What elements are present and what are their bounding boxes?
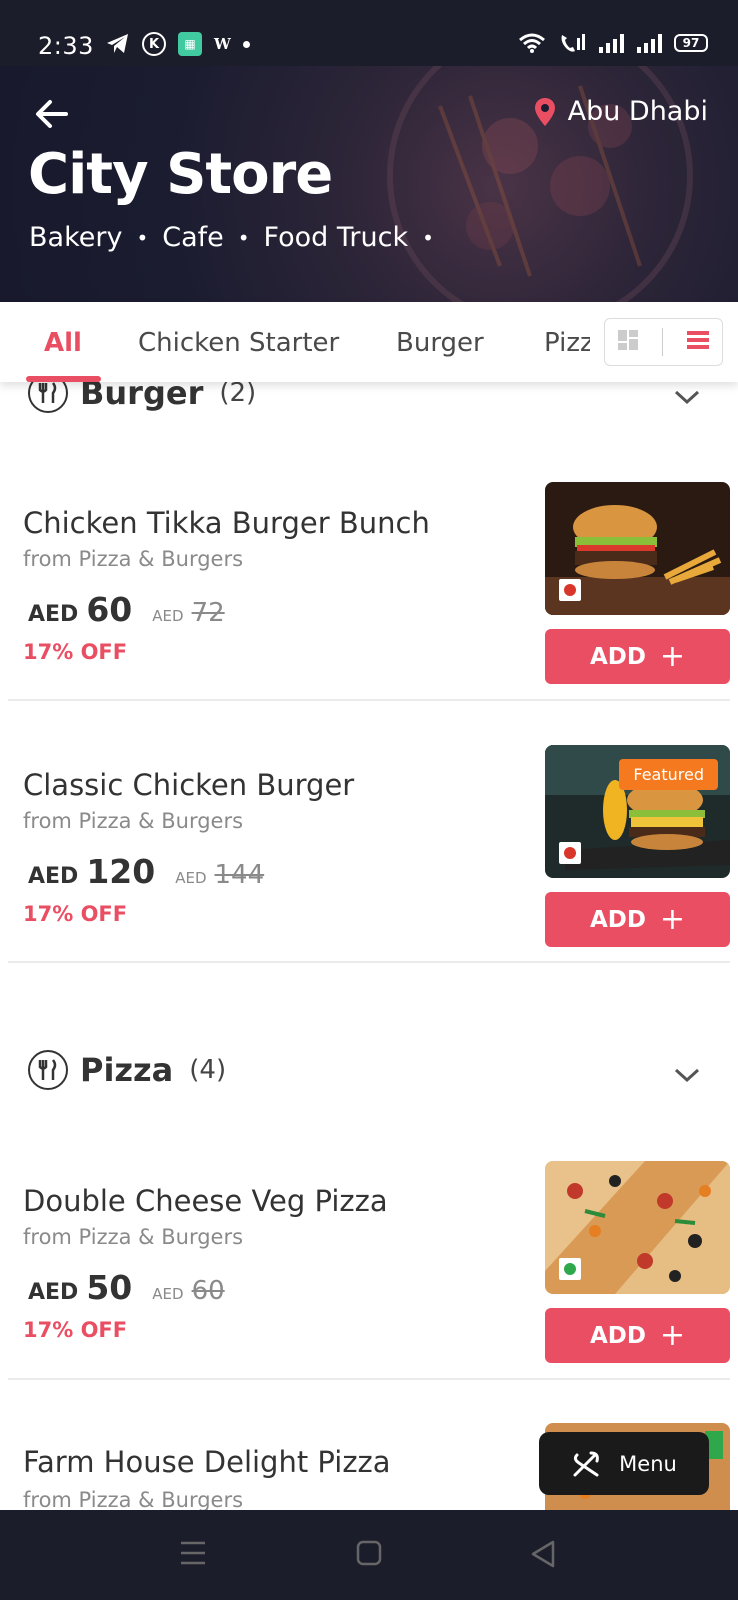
active-tab-indicator xyxy=(26,376,101,382)
back-arrow-icon xyxy=(36,100,68,128)
location-selector[interactable]: Abu Dhabi xyxy=(534,96,708,127)
item-source: from Pizza & Burgers xyxy=(23,547,244,571)
tag-separator: • xyxy=(422,225,434,250)
grid-icon xyxy=(617,330,638,350)
old-currency: AED xyxy=(152,607,184,625)
store-tags: Bakery • Cafe • Food Truck • xyxy=(29,222,448,253)
section-title: Pizza xyxy=(80,1051,174,1089)
dot-icon xyxy=(242,40,250,48)
item-name[interactable]: Double Cheese Veg Pizza xyxy=(23,1184,388,1218)
telegram-icon xyxy=(106,33,130,55)
add-label: ADD xyxy=(589,1322,646,1349)
item-name[interactable]: Chicken Tikka Burger Bunch xyxy=(23,506,430,540)
add-button[interactable]: ADD + xyxy=(545,1308,730,1363)
recents-icon[interactable] xyxy=(179,1540,207,1566)
tab-all[interactable]: All xyxy=(44,328,82,358)
item-divider xyxy=(8,961,730,963)
system-nav-bar xyxy=(0,1510,738,1600)
old-price: 60 xyxy=(191,1276,225,1306)
item-name[interactable]: Classic Chicken Burger xyxy=(23,768,354,802)
item-source: from Pizza & Burgers xyxy=(23,1488,244,1512)
location-pin-icon xyxy=(534,97,555,126)
store-tag: Food Truck xyxy=(263,222,409,253)
old-price: 144 xyxy=(214,860,265,890)
tag-separator: • xyxy=(136,225,149,250)
grid-view-button[interactable] xyxy=(617,329,639,355)
currency: AED xyxy=(28,1280,79,1305)
tab-pizza[interactable]: Pizza xyxy=(544,328,590,358)
k-icon: K xyxy=(142,32,166,56)
nonveg-indicator-icon xyxy=(559,579,581,601)
price-row: AED 120 AED 144 xyxy=(28,852,264,891)
tag-separator: • xyxy=(237,225,250,250)
section-header-pizza[interactable]: Pizza (4) xyxy=(28,1050,226,1090)
volte-icon xyxy=(558,32,586,54)
price: 120 xyxy=(86,852,156,891)
price: 60 xyxy=(86,590,133,629)
item-source: from Pizza & Burgers xyxy=(23,1225,244,1249)
app-icon: ▦ xyxy=(178,32,202,56)
discount-label: 17% OFF xyxy=(23,640,128,664)
store-tag: Bakery xyxy=(29,222,123,253)
chevron-down-icon[interactable] xyxy=(672,1065,702,1085)
currency: AED xyxy=(28,864,79,889)
item-divider xyxy=(8,1378,730,1380)
plus-icon: + xyxy=(659,901,686,937)
chevron-down-icon[interactable] xyxy=(672,387,702,407)
old-currency: AED xyxy=(175,869,207,887)
store-header: Abu Dhabi City Store Bakery • Cafe • Foo… xyxy=(0,66,738,302)
view-toggle xyxy=(604,318,723,366)
status-icons-left: K ▦ W xyxy=(106,32,250,56)
item-name[interactable]: Farm House Delight Pizza xyxy=(23,1445,391,1479)
status-time: 2:33 xyxy=(38,32,94,60)
tab-burger[interactable]: Burger xyxy=(396,328,484,358)
menu-button[interactable]: Menu xyxy=(539,1432,709,1495)
plus-icon: + xyxy=(659,1317,686,1353)
back-button[interactable] xyxy=(32,94,72,134)
nonveg-indicator-icon xyxy=(559,842,581,864)
discount-label: 17% OFF xyxy=(23,902,128,926)
store-tag: Cafe xyxy=(162,222,224,253)
discount-label: 17% OFF xyxy=(23,1318,128,1342)
old-price: 72 xyxy=(191,598,225,628)
category-tabs: All Chicken Starter Burger Pizza xyxy=(0,302,738,382)
list-view-button[interactable] xyxy=(686,330,710,354)
menu-label: Menu xyxy=(619,1451,677,1476)
add-label: ADD xyxy=(589,906,646,933)
item-image[interactable] xyxy=(545,482,730,615)
section-count: (2) xyxy=(219,378,257,408)
status-icons-right: 97 xyxy=(518,32,708,54)
signal-icon xyxy=(598,33,624,53)
status-bar: 2:33 K ▦ W 97 xyxy=(0,0,738,66)
store-title: City Store xyxy=(28,142,333,207)
featured-badge: Featured xyxy=(619,759,718,790)
item-image[interactable]: Featured xyxy=(545,745,730,878)
toggle-divider xyxy=(661,328,663,356)
tab-chicken-starter[interactable]: Chicken Starter xyxy=(138,328,339,358)
price: 50 xyxy=(86,1268,133,1307)
location-label: Abu Dhabi xyxy=(567,96,708,127)
home-icon[interactable] xyxy=(356,1540,382,1566)
battery-icon: 97 xyxy=(674,34,708,52)
add-button[interactable]: ADD + xyxy=(545,629,730,684)
back-nav-icon[interactable] xyxy=(530,1540,556,1568)
add-label: ADD xyxy=(589,643,646,670)
section-count: (4) xyxy=(189,1055,227,1085)
price-row: AED 50 AED 60 xyxy=(28,1268,225,1307)
cutlery-icon xyxy=(573,1451,600,1476)
wifi-icon xyxy=(518,32,546,54)
w-icon: W xyxy=(214,35,231,53)
old-currency: AED xyxy=(152,1285,184,1303)
item-image[interactable] xyxy=(545,1161,730,1294)
price-row: AED 60 AED 72 xyxy=(28,590,225,629)
currency: AED xyxy=(28,602,79,627)
item-divider xyxy=(8,699,730,701)
cutlery-icon xyxy=(28,1050,68,1090)
signal-icon xyxy=(636,33,662,53)
add-button[interactable]: ADD + xyxy=(545,892,730,947)
list-icon xyxy=(687,331,710,349)
item-source: from Pizza & Burgers xyxy=(23,809,244,833)
plus-icon: + xyxy=(659,638,686,674)
veg-indicator-icon xyxy=(559,1258,581,1280)
